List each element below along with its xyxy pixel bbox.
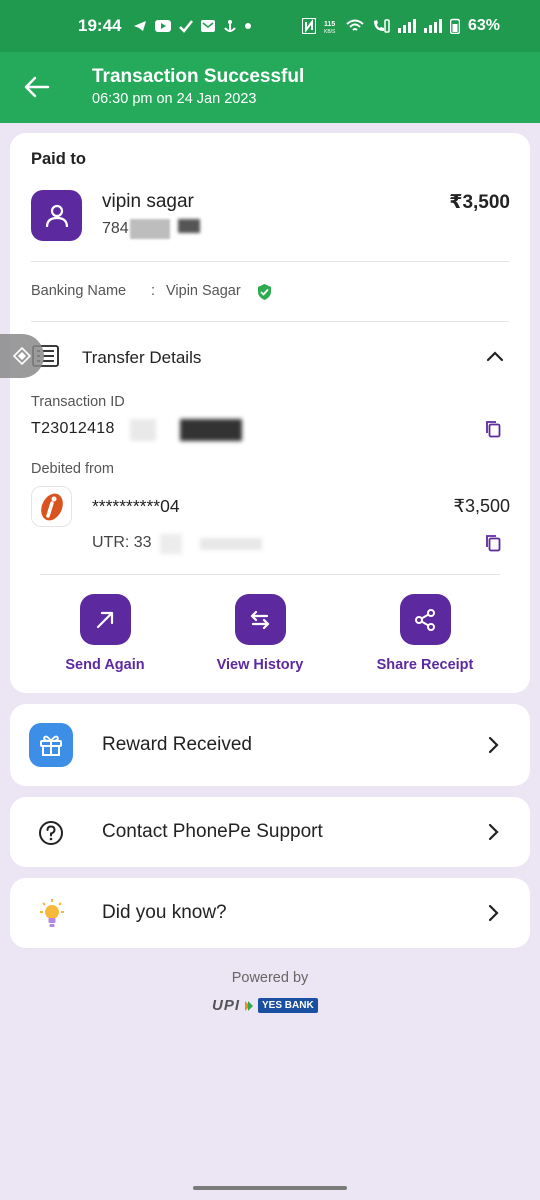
swap-arrows-icon [250,610,270,629]
banking-name-separator: : [151,283,156,299]
dot-icon [245,23,252,29]
app-bar: Transaction Successful 06:30 pm on 24 Ja… [0,52,540,123]
share-receipt-label: Share Receipt [376,657,474,673]
home-indicator[interactable] [193,1186,347,1190]
payee-name: vipin sagar [102,191,194,212]
page-title: Transaction Successful [92,66,305,87]
svg-text:KB/S: KB/S [324,29,336,33]
system-icons: 115 KB/S 63% [301,0,500,52]
transfer-details-title[interactable]: Transfer Details [82,348,201,368]
telegram-icon [134,21,147,31]
copy-icon[interactable] [485,534,501,552]
redaction-mask [130,419,156,441]
transaction-timestamp: 06:30 pm on 24 Jan 2023 [92,91,257,107]
lightbulb-icon [40,899,64,927]
gift-icon [40,735,62,756]
redaction-mask [160,534,182,554]
reward-received-row[interactable]: Reward Received [10,704,530,786]
debited-from-label: Debited from [31,461,115,477]
copy-icon[interactable] [485,420,501,438]
did-you-know-row[interactable]: Did you know? [10,878,530,948]
send-again-button[interactable]: Send Again [30,594,180,673]
view-history-circle[interactable] [234,594,286,645]
status-bar: 19:44 115 KB/S 63% [0,0,540,52]
redaction-mask [200,538,262,550]
divider [31,261,509,262]
banking-name-value: Vipin Sagar [166,283,241,299]
mail-icon [201,20,216,32]
icici-logo-icon [40,493,63,520]
share-icon [415,608,435,631]
payment-amount: ₹3,500 [449,192,510,213]
chevron-right-icon [488,823,499,841]
person-icon [45,204,68,227]
view-history-label: View History [216,657,304,673]
floating-side-handle[interactable] [0,334,44,378]
did-you-know-label: Did you know? [102,902,227,923]
svg-text:115: 115 [324,21,335,28]
speed-icon: 115KB/S [324,21,336,33]
youtube-icon [155,20,172,32]
check-icon [179,20,194,33]
transaction-id-label: Transaction ID [31,394,125,410]
verified-shield-icon [258,284,271,300]
diamond-icon [12,346,32,366]
battery-icon [449,18,460,34]
nfc-icon [301,18,316,34]
send-again-label: Send Again [65,657,145,673]
redaction-mask [180,419,242,441]
powered-by-label: Powered by [231,970,309,986]
yes-bank-logo: YES BANK [258,998,318,1013]
debited-amount: ₹3,500 [453,496,511,516]
arrow-up-right-icon [96,611,114,628]
divider [31,321,509,322]
contact-support-label: Contact PhonePe Support [102,821,323,842]
chevron-right-icon [488,736,499,754]
notification-icons [133,19,252,33]
paid-to-label: Paid to [31,150,87,168]
share-receipt-circle[interactable] [399,594,451,645]
chevron-right-icon [488,904,499,922]
transaction-id-value: T23012418 [31,420,115,437]
chevron-up-icon[interactable] [486,349,504,363]
view-history-button[interactable]: View History [185,594,335,673]
help-circle-icon [39,821,63,845]
upi-logo: UPI [212,997,241,1014]
partner-logos: UPI YES BANK [212,997,318,1014]
send-again-circle[interactable] [79,594,131,645]
upi-arrow-icon [245,1000,254,1011]
back-arrow-icon[interactable] [22,72,52,102]
status-time: 19:44 [78,16,122,35]
reward-received-label: Reward Received [102,734,252,755]
payee-avatar [31,190,82,241]
utr-value: UTR: 33 [92,534,152,551]
reward-icon-box [29,723,73,767]
bank-logo [31,486,72,527]
redaction-mask [178,219,200,233]
divider [40,574,500,575]
signal-icon-1 [397,19,416,33]
account-number: **********04 [92,496,180,516]
signal-icon-2 [423,19,442,33]
wifi-icon [346,19,364,31]
banking-name-label: Banking Name [31,283,127,299]
contact-support-row[interactable]: Contact PhonePe Support [10,797,530,867]
call-icon [373,19,390,33]
redaction-mask [130,219,170,239]
payee-phone: 784 [102,220,129,237]
transaction-card: Paid to vipin sagar 784 ₹3,500 Banking N… [10,133,530,693]
battery-percent: 63% [467,17,500,34]
share-receipt-button[interactable]: Share Receipt [350,594,500,673]
anchor-icon [224,20,237,32]
